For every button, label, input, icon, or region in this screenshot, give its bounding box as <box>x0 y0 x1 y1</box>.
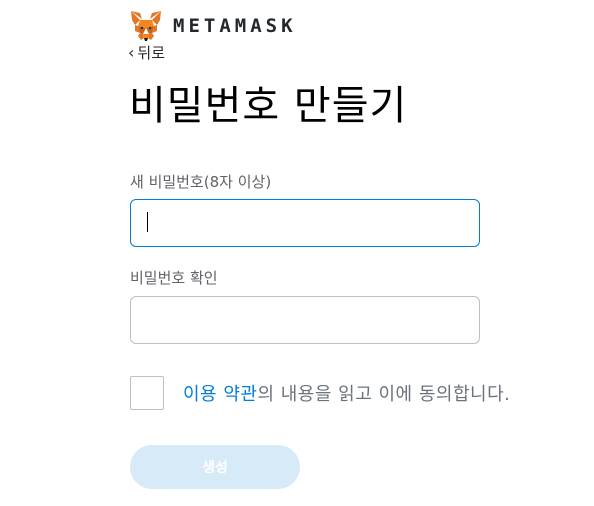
create-button[interactable]: 생성 <box>130 445 300 489</box>
terms-rest-text: 의 내용을 읽고 이에 동의합니다. <box>257 384 511 405</box>
terms-text: 이용 약관의 내용을 읽고 이에 동의합니다. <box>183 380 510 406</box>
metamask-logo: METAMASK <box>129 9 297 43</box>
text-cursor <box>147 212 148 232</box>
back-label: 뒤로 <box>137 44 166 62</box>
confirm-password-label: 비밀번호 확인 <box>130 269 218 287</box>
back-button[interactable]: ‹ 뒤로 <box>128 42 165 63</box>
new-password-input[interactable] <box>130 199 480 247</box>
terms-agreement: 이용 약관의 내용을 읽고 이에 동의합니다. <box>130 376 510 410</box>
create-password-page: METAMASK ‹ 뒤로 비밀번호 만들기 새 비밀번호(8자 이상) 비밀번… <box>0 0 594 506</box>
metamask-wordmark: METAMASK <box>173 14 297 37</box>
new-password-label: 새 비밀번호(8자 이상) <box>130 173 272 191</box>
chevron-left-icon: ‹ <box>128 42 135 62</box>
page-title: 비밀번호 만들기 <box>129 83 408 129</box>
terms-checkbox[interactable] <box>130 376 164 410</box>
terms-of-use-link[interactable]: 이용 약관 <box>183 384 257 405</box>
confirm-password-input[interactable] <box>130 296 480 344</box>
metamask-fox-icon <box>131 11 161 41</box>
